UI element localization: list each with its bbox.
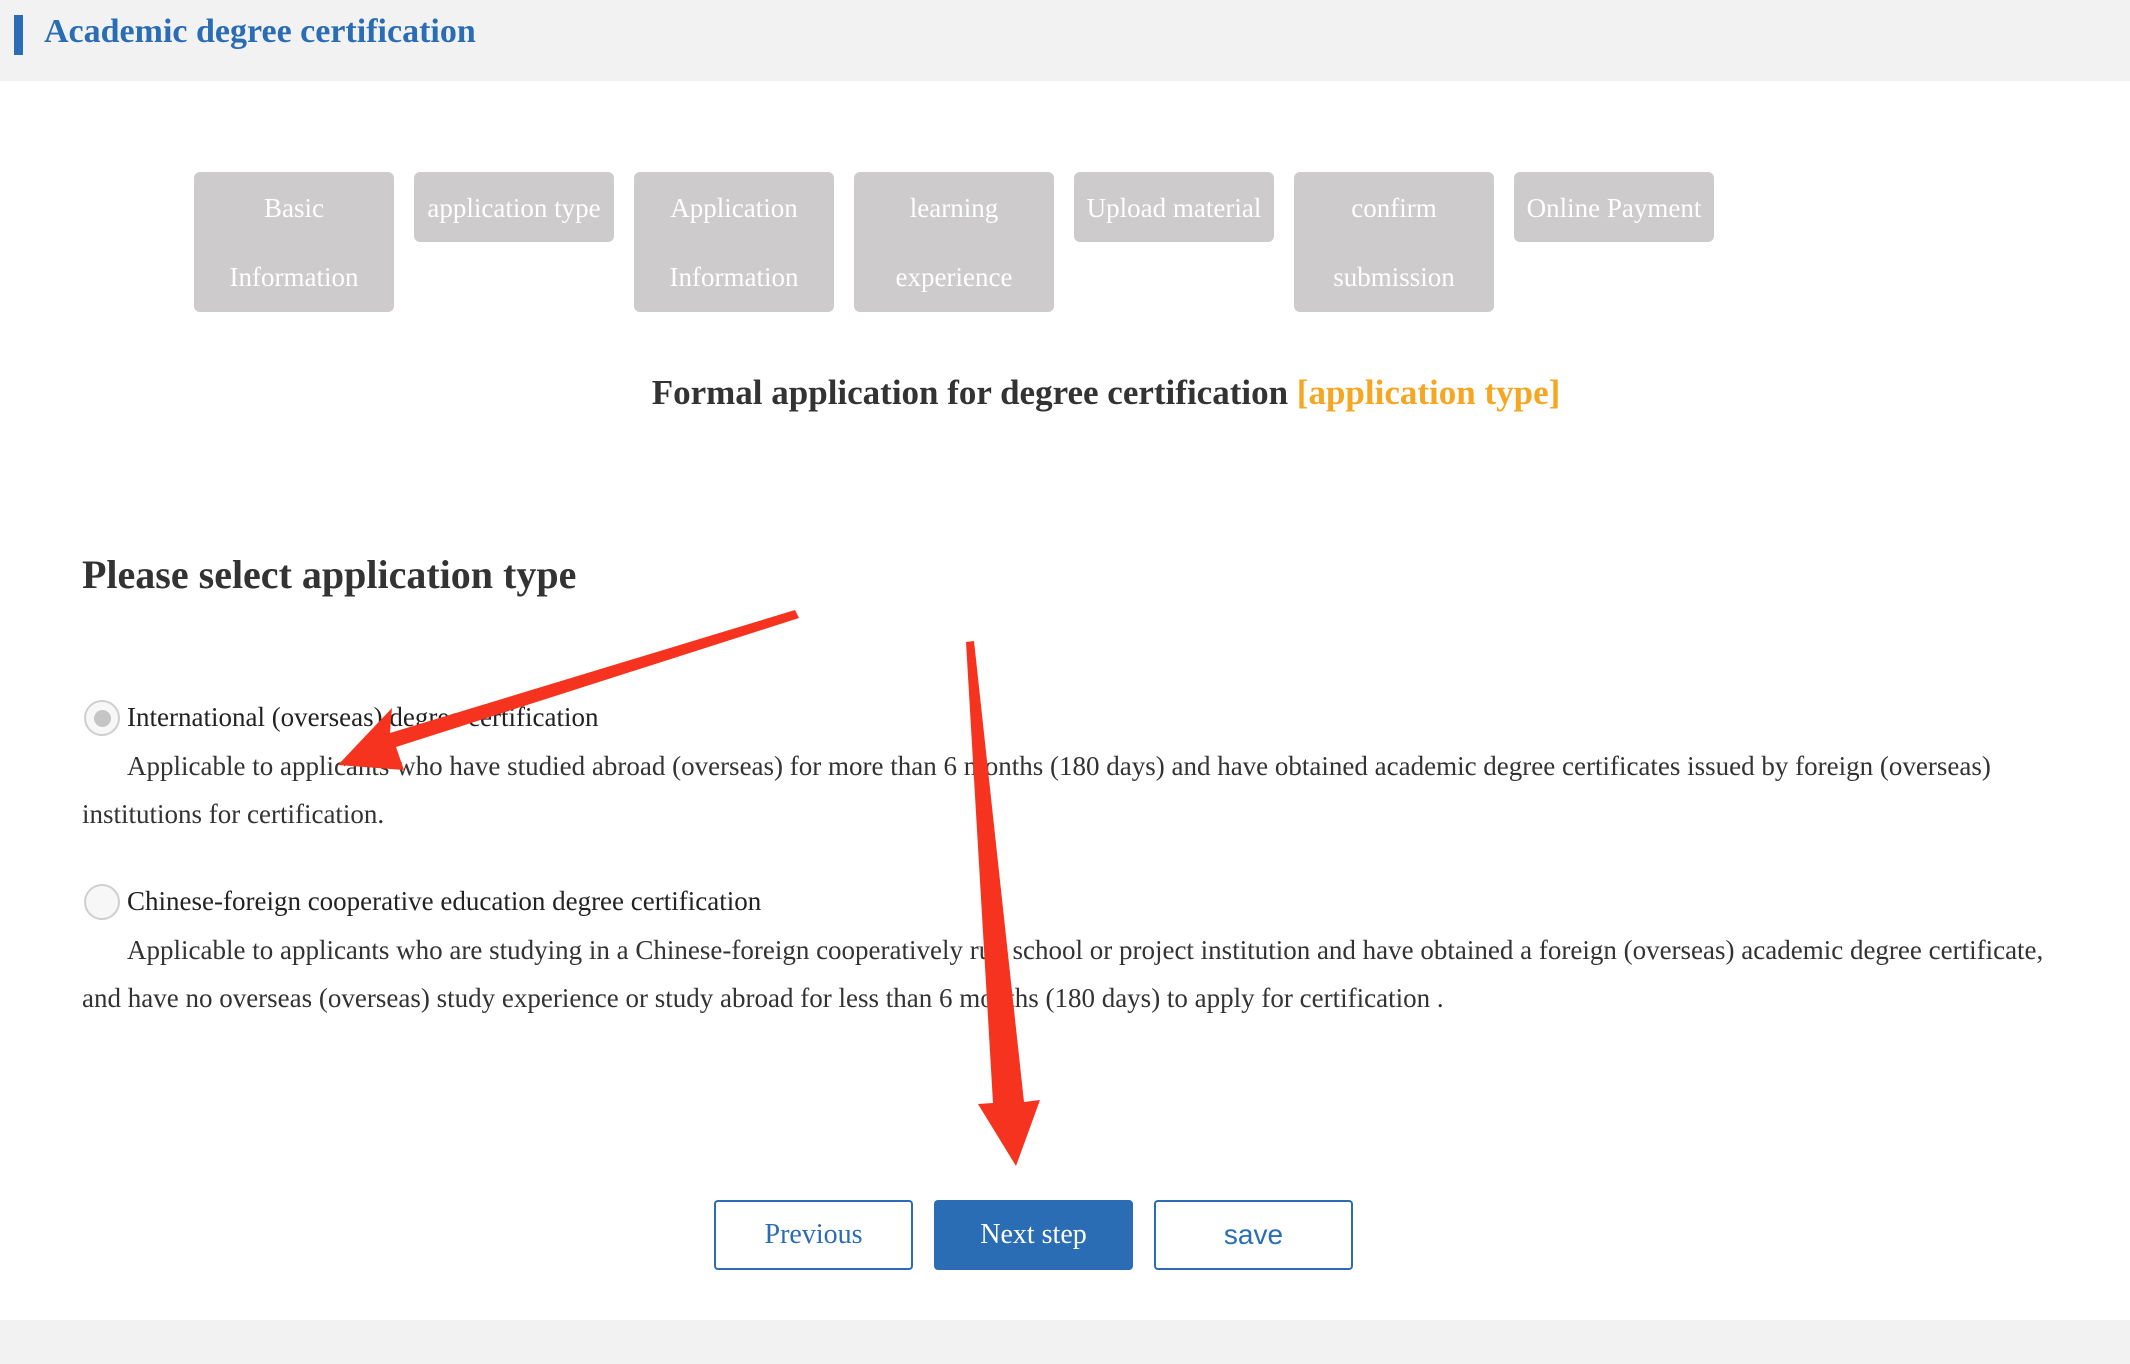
next-step-button[interactable]: Next step xyxy=(934,1200,1133,1270)
page-footer xyxy=(0,1320,2130,1364)
radio-chinese-foreign-cooperative[interactable] xyxy=(84,884,120,920)
arrow-to-next-step-button xyxy=(966,641,1040,1166)
step-label-line1: Basic xyxy=(264,193,324,223)
option-label[interactable]: International (overseas) degree certific… xyxy=(127,696,599,738)
page-header: Academic degree certification xyxy=(0,0,2130,81)
section-title-text: Formal application for degree certificat… xyxy=(651,373,1289,412)
select-application-type-heading: Please select application type xyxy=(82,552,577,597)
page-title: Academic degree certification xyxy=(44,13,476,50)
option-description: Applicable to applicants who have studie… xyxy=(82,751,1991,829)
step-confirm-submission[interactable]: confirm submission xyxy=(1294,172,1494,312)
step-label-line2: Information xyxy=(229,262,359,292)
step-label-line1: learning xyxy=(909,193,999,223)
step-label-line2: submission xyxy=(1333,262,1455,292)
step-label-line2: experience xyxy=(895,262,1013,292)
step-upload-material[interactable]: Upload material xyxy=(1074,172,1274,242)
step-application-type[interactable]: application type xyxy=(414,172,614,242)
step-label-line2: Information xyxy=(669,262,799,292)
section-current-step: [application type] xyxy=(1296,373,1561,412)
step-label-line1: Application xyxy=(670,193,798,223)
header-accent-bar xyxy=(14,15,23,55)
step-application-information[interactable]: Application Information xyxy=(634,172,834,312)
step-label-line1: Upload material xyxy=(1086,193,1262,223)
section-title: Formal application for degree certificat… xyxy=(0,370,2130,416)
option-label[interactable]: Chinese-foreign cooperative education de… xyxy=(127,880,761,922)
step-label-line1: Online Payment xyxy=(1526,193,1702,223)
step-label-line1: application type xyxy=(427,193,601,223)
previous-button[interactable]: Previous xyxy=(714,1200,913,1270)
save-button[interactable]: save xyxy=(1154,1200,1353,1270)
step-basic-information[interactable]: Basic Information xyxy=(194,172,394,312)
step-online-payment[interactable]: Online Payment xyxy=(1514,172,1714,242)
radio-international-degree[interactable] xyxy=(84,700,120,736)
step-learning-experience[interactable]: learning experience xyxy=(854,172,1054,312)
option-description: Applicable to applicants who are studyin… xyxy=(82,935,2044,1013)
step-label-line1: confirm xyxy=(1351,193,1437,223)
